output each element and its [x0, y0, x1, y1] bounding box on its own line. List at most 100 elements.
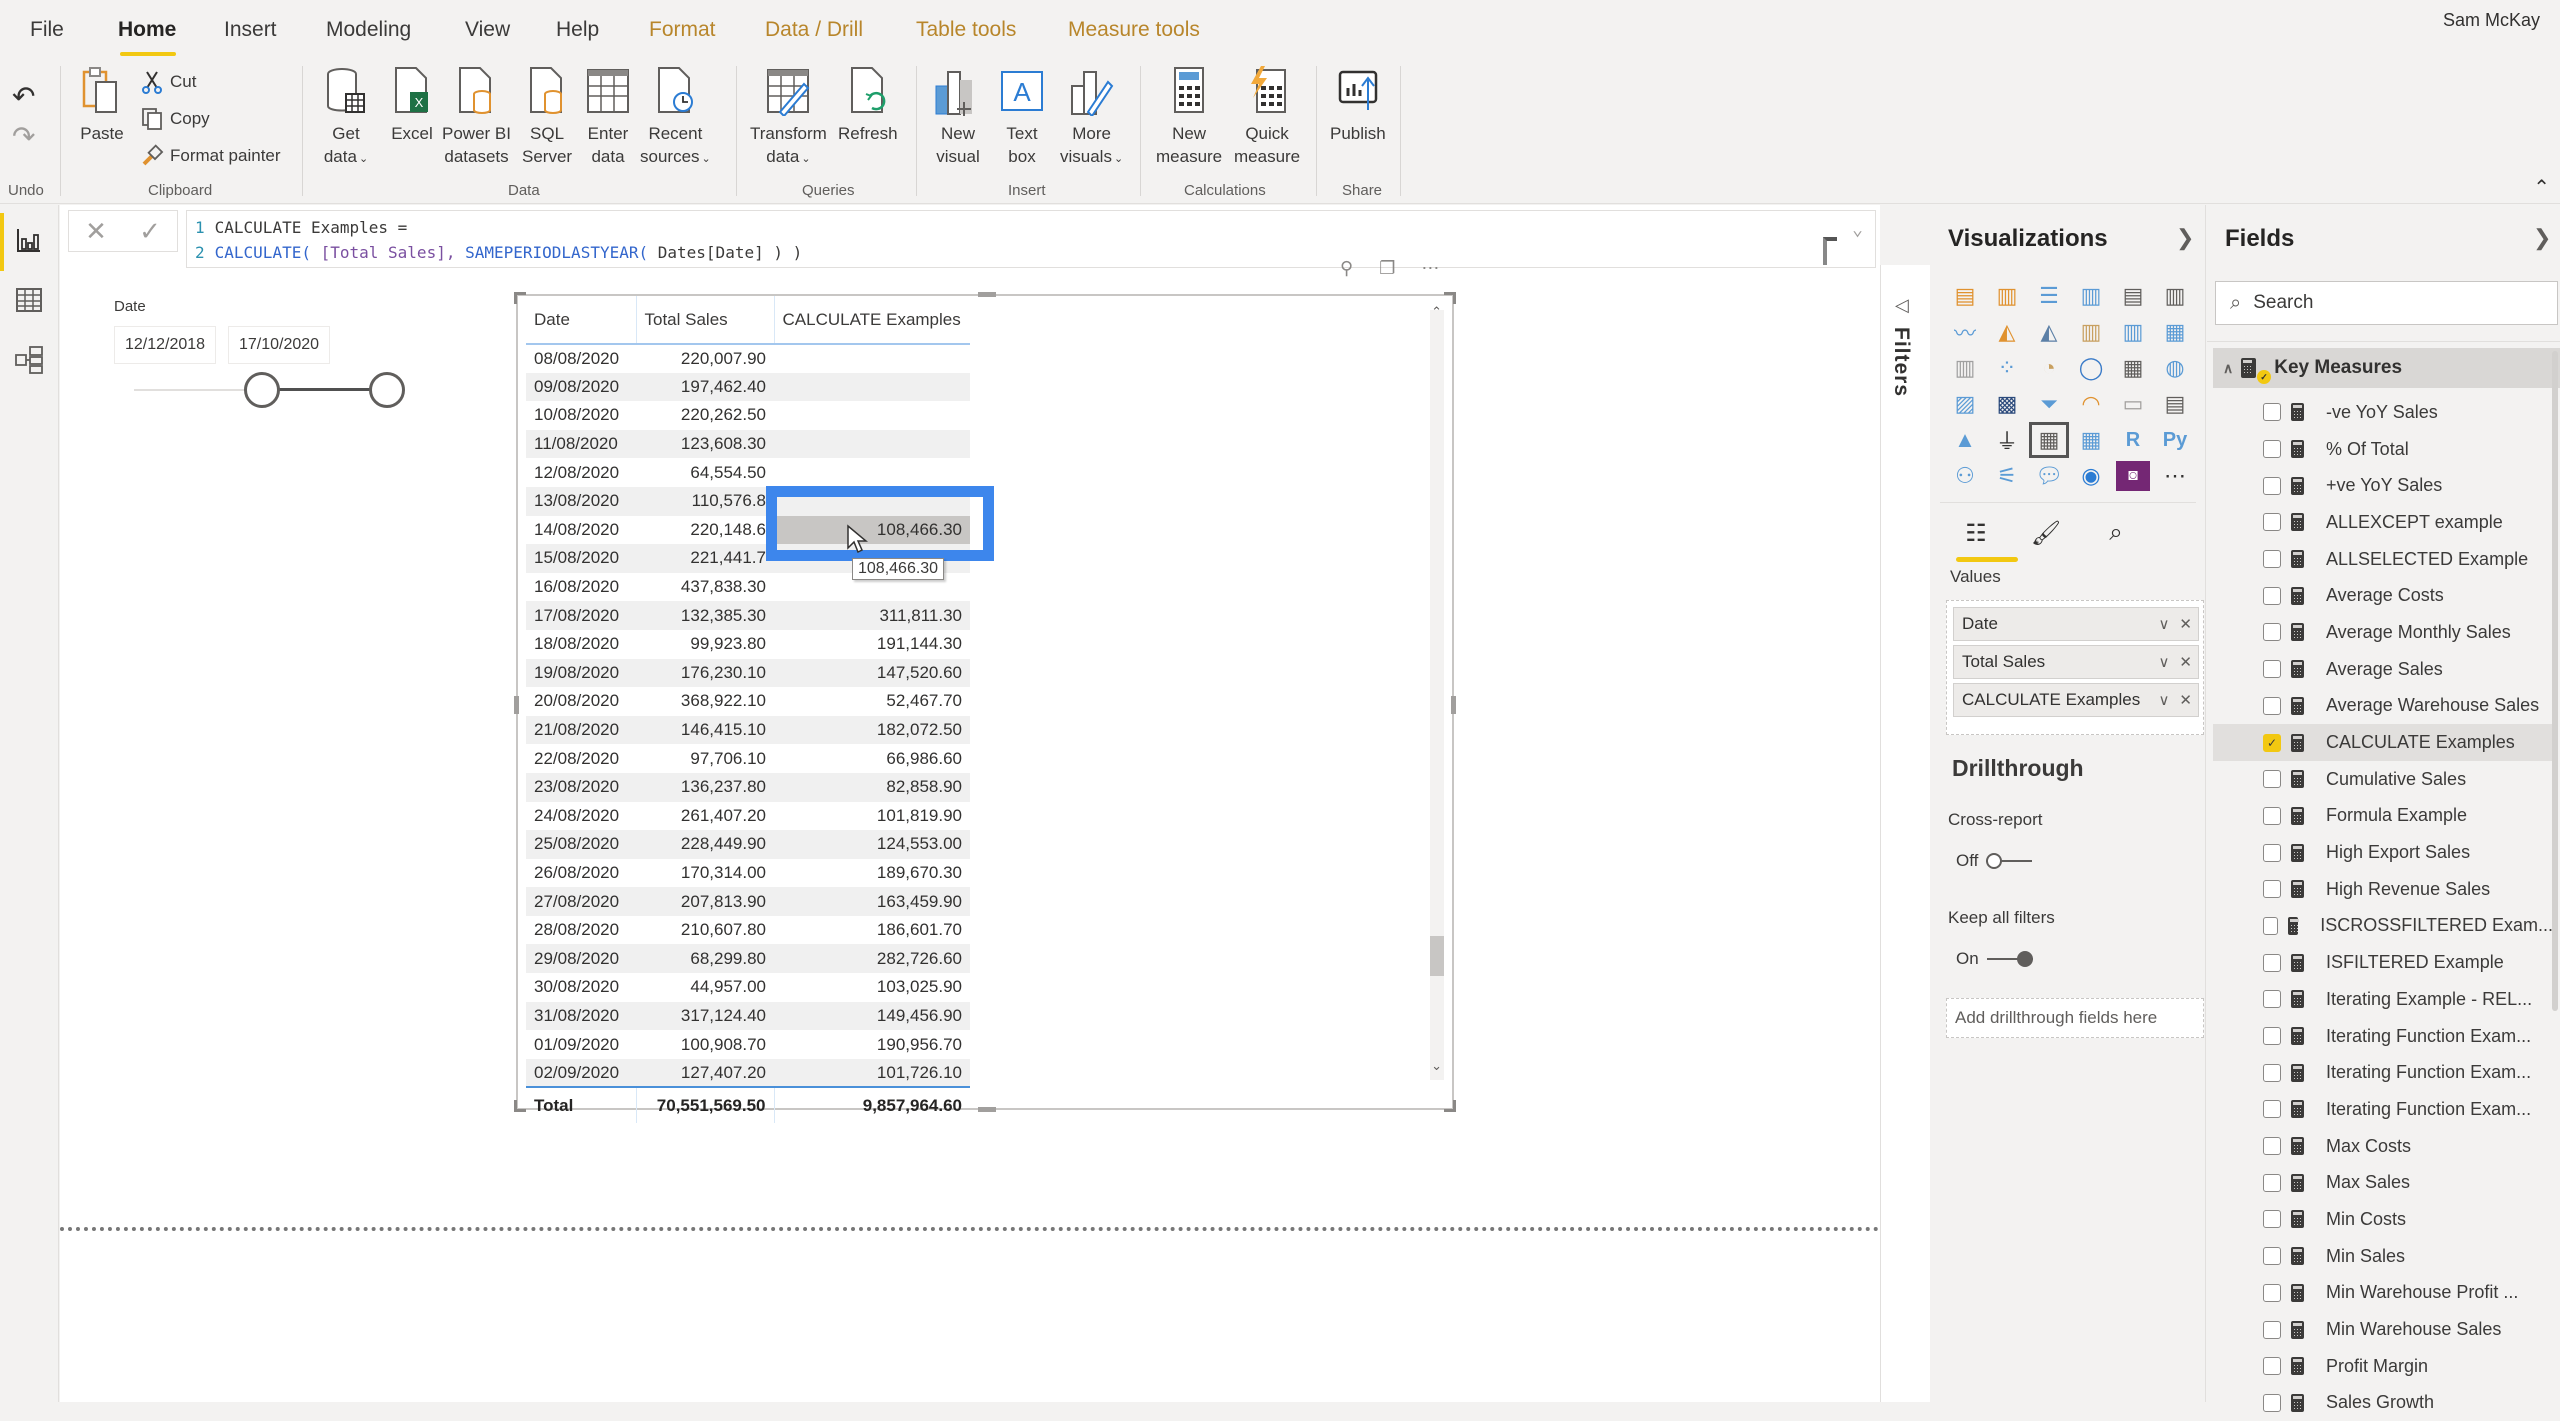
field-checkbox[interactable]	[2263, 1393, 2281, 1412]
field-item[interactable]: High Revenue Sales	[2213, 871, 2553, 908]
100-stacked-column-chart-icon[interactable]: ▥	[2158, 281, 2192, 311]
sql-server-button[interactable]: SQL Server	[522, 66, 572, 168]
formula-scrollbar[interactable]	[1823, 237, 1837, 265]
text-box-button[interactable]: A Text box	[998, 66, 1046, 168]
value-field-total-sales[interactable]: Total Sales ∨ ✕	[1953, 645, 2199, 679]
date-cell[interactable]: 14/08/2020	[526, 516, 636, 545]
drillthrough-drop-zone[interactable]: Add drillthrough fields here	[1946, 998, 2204, 1038]
table-row[interactable]: 12/08/2020 64,554.50	[526, 458, 970, 487]
slicer-start-handle[interactable]	[243, 372, 280, 408]
calculate-examples-cell[interactable]	[774, 458, 970, 487]
get-data-button[interactable]: Get data ⌄	[322, 66, 370, 171]
field-item[interactable]: Min Costs	[2213, 1201, 2553, 1238]
transform-data-button[interactable]: Transform data ⌄	[750, 66, 827, 171]
excel-button[interactable]: X Excel	[388, 66, 436, 145]
field-checkbox[interactable]	[2263, 696, 2281, 715]
total-sales-cell[interactable]: 64,554.50	[636, 458, 774, 487]
field-checkbox[interactable]	[2263, 1173, 2281, 1192]
commit-formula-icon[interactable]: ✓	[139, 216, 161, 247]
treemap-icon[interactable]: ▦	[2116, 353, 2150, 383]
format-painter-button[interactable]: Format painter	[140, 144, 281, 168]
filters-pane-collapsed[interactable]: ◁ Filters	[1880, 265, 1930, 1402]
date-cell[interactable]: 12/08/2020	[526, 458, 636, 487]
line-stacked-column-chart-icon[interactable]: ▥	[2074, 317, 2108, 347]
gauge-icon[interactable]: ◠	[2074, 389, 2108, 419]
calculate-examples-cell[interactable]: 103,025.90	[774, 973, 970, 1002]
calculate-examples-cell[interactable]: 311,811.30	[774, 601, 970, 630]
date-cell[interactable]: 27/08/2020	[526, 887, 636, 916]
field-item[interactable]: Formula Example	[2213, 798, 2553, 835]
calculate-examples-cell[interactable]	[774, 429, 970, 459]
fields-tab[interactable]: ☷	[1956, 513, 1996, 553]
date-cell[interactable]: 20/08/2020	[526, 687, 636, 716]
tab-measure-tools[interactable]: Measure tools	[1068, 18, 1200, 42]
field-item[interactable]: Min Warehouse Profit ...	[2213, 1275, 2553, 1312]
table-row[interactable]: 17/08/2020 132,385.30 311,811.30	[526, 601, 970, 630]
total-sales-cell[interactable]: 44,957.00	[636, 973, 774, 1002]
table-row[interactable]: 31/08/2020 317,124.40 149,456.90	[526, 1001, 970, 1031]
chevron-down-icon[interactable]: ∨	[2158, 615, 2169, 633]
table-visual[interactable]: Date Total Sales CALCULATE Examples 08/0…	[514, 292, 1456, 1124]
clustered-bar-chart-icon[interactable]: ☰	[2032, 281, 2066, 311]
total-sales-cell[interactable]: 146,415.10	[636, 715, 774, 745]
total-sales-cell[interactable]: 437,838.30	[636, 573, 774, 602]
slicer-icon[interactable]: ⏚	[1990, 425, 2024, 455]
table-row[interactable]: 02/09/2020 127,407.20 101,726.10	[526, 1058, 970, 1088]
table-icon[interactable]: ▦	[2029, 422, 2069, 458]
field-checkbox[interactable]	[2263, 1283, 2281, 1302]
date-cell[interactable]: 23/08/2020	[526, 772, 636, 802]
python-visual-icon[interactable]: Py	[2158, 425, 2192, 455]
fields-scrollbar[interactable]	[2552, 351, 2558, 1011]
table-key-measures[interactable]: ∧ ✓ Key Measures	[2213, 348, 2560, 388]
stacked-area-chart-icon[interactable]: ◭	[2032, 317, 2066, 347]
more-options-icon[interactable]: ⋯	[1421, 258, 1439, 279]
remove-field-icon[interactable]: ✕	[2179, 615, 2192, 633]
field-item[interactable]: Average Warehouse Sales	[2213, 688, 2553, 725]
paste-button[interactable]: Paste	[78, 66, 126, 145]
field-item[interactable]: Iterating Function Exam...	[2213, 1054, 2553, 1091]
chevron-down-icon[interactable]: ∨	[2158, 691, 2169, 709]
field-item[interactable]: Max Costs	[2213, 1128, 2553, 1165]
donut-chart-icon[interactable]: ◯	[2074, 353, 2108, 383]
date-cell[interactable]: 17/08/2020	[526, 601, 636, 630]
total-sales-cell[interactable]: 261,407.20	[636, 802, 774, 831]
field-item[interactable]: Profit Margin	[2213, 1348, 2553, 1385]
slicer-start-date-input[interactable]: 12/12/2018	[114, 326, 217, 364]
arcgis-map-icon[interactable]: ◉	[2074, 461, 2108, 491]
field-item[interactable]: Min Warehouse Sales	[2213, 1311, 2553, 1348]
chevron-up-icon[interactable]: ∧	[2223, 360, 2233, 377]
field-checkbox[interactable]	[2263, 660, 2281, 679]
date-cell[interactable]: 24/08/2020	[526, 802, 636, 831]
date-cell[interactable]: 31/08/2020	[526, 1001, 636, 1031]
cut-button[interactable]: Cut	[140, 70, 196, 94]
table-row[interactable]: 25/08/2020 228,449.90 124,553.00	[526, 830, 970, 859]
user-name[interactable]: Sam McKay	[2443, 10, 2540, 31]
field-item[interactable]: Max Sales	[2213, 1164, 2553, 1201]
values-well[interactable]: Date ∨ ✕ Total Sales ∨ ✕ CALCULATE Examples ∨…	[1946, 600, 2204, 735]
publish-button[interactable]: Publish	[1330, 66, 1386, 145]
total-sales-cell[interactable]: 97,706.10	[636, 744, 774, 773]
column-header-total-sales[interactable]: Total Sales	[635, 296, 774, 345]
field-item[interactable]: % Of Total	[2213, 431, 2553, 468]
filled-map-icon[interactable]: ▨	[1948, 389, 1982, 419]
quick-measure-button[interactable]: Quick measure	[1234, 66, 1300, 168]
total-sales-cell[interactable]: 176,230.10	[636, 658, 774, 688]
line-clustered-column-chart-icon[interactable]: ▥	[2116, 317, 2150, 347]
value-field-date[interactable]: Date ∨ ✕	[1953, 607, 2199, 641]
card-icon[interactable]: ▭	[2116, 389, 2150, 419]
date-cell[interactable]: 09/08/2020	[526, 372, 636, 402]
field-item[interactable]: Min Sales	[2213, 1238, 2553, 1275]
calculate-examples-cell[interactable]: 189,670.30	[774, 859, 970, 888]
analytics-tab[interactable]: ⌕	[2096, 513, 2136, 553]
date-cell[interactable]: 16/08/2020	[526, 573, 636, 602]
resize-handle[interactable]	[978, 1107, 996, 1112]
data-view-icon[interactable]	[14, 285, 44, 315]
tab-home[interactable]: Home	[118, 18, 176, 42]
date-cell[interactable]: 11/08/2020	[526, 429, 636, 459]
total-sales-cell[interactable]: 123,608.30	[636, 429, 774, 459]
remove-field-icon[interactable]: ✕	[2179, 691, 2192, 709]
more-visuals-icon[interactable]: ⋯	[2158, 461, 2192, 491]
field-checkbox[interactable]	[2263, 1100, 2281, 1119]
slicer-end-date-input[interactable]: 17/10/2020	[228, 326, 331, 364]
date-cell[interactable]: 10/08/2020	[526, 401, 636, 430]
